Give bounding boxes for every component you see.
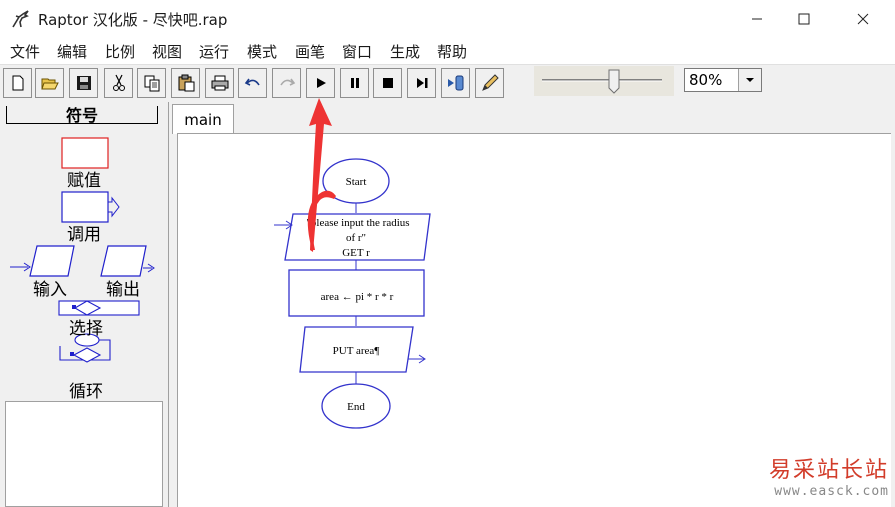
input-prompt-line2: of r": [346, 232, 366, 244]
input-prompt-line1: "please input the radius: [306, 217, 409, 229]
flowchart-drawing: Start "please input the radius of r" GET…: [274, 98, 431, 429]
end-text: End: [347, 401, 365, 413]
watermark-url: www.easck.com: [774, 484, 889, 499]
input-variable: GET r: [342, 247, 370, 259]
output-text: PUT area¶: [333, 345, 380, 357]
assignment-text: area ← pi * r * r: [321, 291, 394, 303]
start-text: Start: [346, 176, 367, 188]
watermark-logo: 易采站长站: [768, 458, 889, 483]
